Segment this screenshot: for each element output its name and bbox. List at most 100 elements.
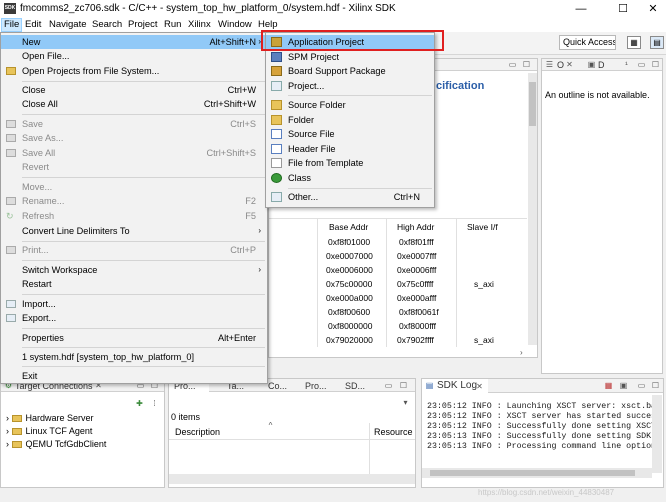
menu-item-folder[interactable]: Folder <box>266 113 434 127</box>
menu-item-convert-line-delimiters[interactable]: Convert Line Delimiters To › <box>1 224 267 238</box>
quick-access-input[interactable]: Quick Access <box>559 35 616 50</box>
menu-item-export[interactable]: Export... <box>1 311 267 325</box>
menu-navigate[interactable]: Navigate <box>47 19 89 31</box>
menu-item-save-as[interactable]: Save As... <box>1 131 267 145</box>
problems-hscrollbar[interactable] <box>169 474 415 484</box>
menu-item-class[interactable]: Class <box>266 171 434 185</box>
minimize-icon[interactable]: ▭ <box>637 381 646 390</box>
menu-item-restart[interactable]: Restart <box>1 277 267 291</box>
outline-tab[interactable]: O <box>557 59 564 71</box>
maximize-icon[interactable]: ☐ <box>399 381 408 390</box>
maximize-button[interactable]: ☐ <box>608 0 638 18</box>
minimize-icon[interactable]: ▭ <box>384 381 393 390</box>
column-divider <box>386 219 387 347</box>
minimize-button[interactable]: — <box>566 0 596 18</box>
tree-item[interactable]: › QEMU TcfGdbClient <box>6 438 106 450</box>
menu-item-file-from-template[interactable]: File from Template <box>266 156 434 170</box>
menu-item-project[interactable]: Project... <box>266 79 434 93</box>
menu-item-recent-file[interactable]: 1 system.hdf [system_top_hw_platform_0] <box>1 350 267 364</box>
menu-item-import[interactable]: Import... <box>1 297 267 311</box>
log-line: 23:05:12 INFO : XSCT server has started … <box>427 412 657 421</box>
menu-item-rename[interactable]: Rename... F2 <box>1 194 267 208</box>
column-header-high-addr[interactable]: High Addr <box>397 221 434 233</box>
close-button[interactable]: ✕ <box>638 0 666 18</box>
minimize-editor-icon[interactable]: ▭ <box>508 60 517 69</box>
menu-item-properties[interactable]: Properties Alt+Enter <box>1 331 267 345</box>
menu-item-refresh[interactable]: ↻ Refresh F5 <box>1 209 267 223</box>
cell-high-addr: 0x7902ffff <box>397 335 434 345</box>
menu-run[interactable]: Run <box>162 19 183 31</box>
menu-item-spm-project[interactable]: SPM Project <box>266 50 434 64</box>
menu-item-close-all[interactable]: Close All Ctrl+Shift+W <box>1 97 267 111</box>
menu-item-label: Revert <box>22 162 50 172</box>
editor-scrollbar-thumb[interactable] <box>529 82 536 126</box>
menu-item-save-all[interactable]: Save All Ctrl+Shift+S <box>1 146 267 160</box>
sdk-log-title[interactable]: SDK Log <box>437 380 477 392</box>
folder-icon <box>11 441 22 449</box>
column-divider <box>317 219 318 347</box>
menu-item-exit[interactable]: Exit <box>1 369 267 383</box>
lock-scroll-icon[interactable]: ▣ <box>619 381 628 390</box>
column-header-description[interactable]: Description <box>175 426 220 438</box>
open-perspective-icon[interactable]: ▦ <box>627 36 641 49</box>
expand-icon[interactable]: › <box>6 426 9 436</box>
menu-item-close[interactable]: Close Ctrl+W <box>1 83 267 97</box>
file-template-icon <box>271 158 282 168</box>
tree-item[interactable]: › Hardware Server <box>6 412 94 424</box>
menu-window[interactable]: Window <box>216 19 254 31</box>
view-menu-icon[interactable]: ¹ <box>622 60 631 69</box>
menu-item-revert[interactable]: Revert <box>1 160 267 174</box>
menu-edit[interactable]: Edit <box>23 19 43 31</box>
menu-item-switch-workspace[interactable]: Switch Workspace › <box>1 263 267 277</box>
menu-item-open-projects[interactable]: Open Projects from File System... <box>1 64 267 78</box>
scroll-right-icon[interactable]: › <box>520 348 523 357</box>
menu-item-board-support-package[interactable]: Board Support Package <box>266 64 434 78</box>
menu-separator <box>22 114 265 115</box>
cell-base-addr: 0xf8000000 <box>328 321 373 331</box>
tab-console[interactable]: Co... <box>268 380 287 392</box>
column-header-slave-if[interactable]: Slave I/f <box>467 221 498 233</box>
view-menu-icon[interactable]: ▾ <box>401 398 410 407</box>
menu-item-source-folder[interactable]: Source Folder <box>266 98 434 112</box>
column-header-resource[interactable]: Resource <box>374 426 413 438</box>
close-icon[interactable]: ✕ <box>475 382 484 391</box>
tab-sdk-terminal[interactable]: SD... <box>345 380 365 392</box>
menu-item-print[interactable]: Print... Ctrl+P <box>1 243 267 257</box>
highlight-annotation-box <box>261 30 444 51</box>
menu-xilinx[interactable]: Xilinx <box>186 19 213 31</box>
menu-item-header-file[interactable]: Header File <box>266 142 434 156</box>
log-scrollbar[interactable] <box>652 395 662 473</box>
minimize-outline-icon[interactable]: ▭ <box>637 60 646 69</box>
folder-icon <box>11 415 22 423</box>
debug-tab-icon[interactable]: ▣ <box>587 60 596 69</box>
menu-item-open-file[interactable]: Open File... <box>1 49 267 63</box>
new-connection-icon[interactable]: ✚ <box>135 399 144 408</box>
menu-project[interactable]: Project <box>126 19 160 31</box>
tree-item-label: Linux TCF Agent <box>25 426 93 436</box>
close-icon[interactable]: ✕ <box>565 60 574 69</box>
menu-search[interactable]: Search <box>90 19 124 31</box>
log-hscrollbar-thumb[interactable] <box>430 470 635 476</box>
menu-item-move[interactable]: Move... <box>1 180 267 194</box>
project-icon <box>271 81 282 91</box>
menu-item-new[interactable]: New Alt+Shift+N › <box>1 35 267 49</box>
debug-tab[interactable]: D <box>598 59 605 71</box>
cpp-perspective-icon[interactable]: ▤ <box>650 36 664 49</box>
clear-log-icon[interactable]: ▦ <box>604 381 613 390</box>
expand-icon[interactable]: › <box>6 439 9 449</box>
view-menu-icon[interactable]: ⁞ <box>150 399 159 408</box>
menu-item-save[interactable]: Save Ctrl+S <box>1 117 267 131</box>
menu-item-other[interactable]: Other... Ctrl+N <box>266 190 434 204</box>
tab-properties[interactable]: Pro... <box>305 380 327 392</box>
maximize-outline-icon[interactable]: ☐ <box>651 60 660 69</box>
expand-icon[interactable]: › <box>6 413 9 423</box>
cell-high-addr: 0xf8f01fff <box>399 237 434 247</box>
menu-item-source-file[interactable]: Source File <box>266 127 434 141</box>
column-header-base-addr[interactable]: Base Addr <box>329 221 368 233</box>
outline-tab-icon[interactable]: ☰ <box>545 60 554 69</box>
maximize-icon[interactable]: ☐ <box>651 381 660 390</box>
cell-high-addr: 0xe0006fff <box>397 265 437 275</box>
menu-file[interactable]: File <box>1 18 23 32</box>
tree-item[interactable]: › Linux TCF Agent <box>6 425 92 437</box>
maximize-editor-icon[interactable]: ☐ <box>522 60 531 69</box>
